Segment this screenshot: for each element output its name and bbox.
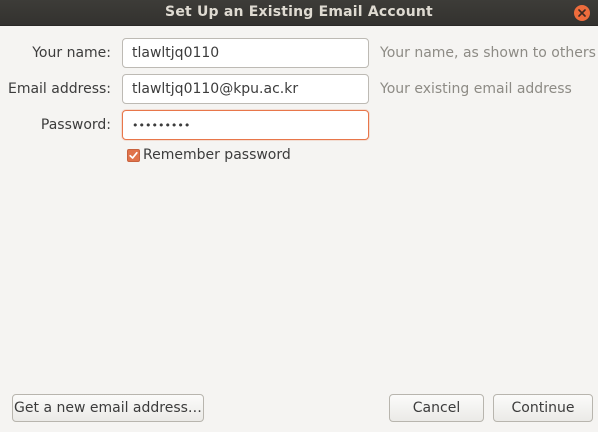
email-input[interactable]: [122, 74, 369, 104]
remember-password-checkbox[interactable]: [127, 149, 140, 162]
close-button[interactable]: [574, 5, 590, 21]
password-label: Password:: [40, 117, 111, 133]
close-icon: [578, 9, 586, 17]
cancel-button[interactable]: Cancel: [389, 394, 484, 422]
name-label: Your name:: [32, 45, 111, 61]
name-row: Your name: Your name, as shown to others: [0, 38, 598, 70]
window-title: Set Up an Existing Email Account: [165, 4, 433, 20]
email-hint: Your existing email address: [380, 81, 572, 97]
name-hint: Your name, as shown to others: [380, 45, 596, 61]
password-row: Password:: [0, 110, 598, 142]
remember-password-label: Remember password: [143, 147, 291, 163]
email-row: Email address: Your existing email addre…: [0, 74, 598, 106]
checkmark-icon: [129, 151, 138, 159]
password-input[interactable]: [122, 110, 369, 140]
name-input[interactable]: [122, 38, 369, 68]
title-bar: Set Up an Existing Email Account: [0, 0, 598, 26]
continue-button[interactable]: Continue: [493, 394, 593, 422]
email-label: Email address:: [7, 81, 111, 97]
get-new-email-button[interactable]: Get a new email address…: [12, 394, 204, 422]
